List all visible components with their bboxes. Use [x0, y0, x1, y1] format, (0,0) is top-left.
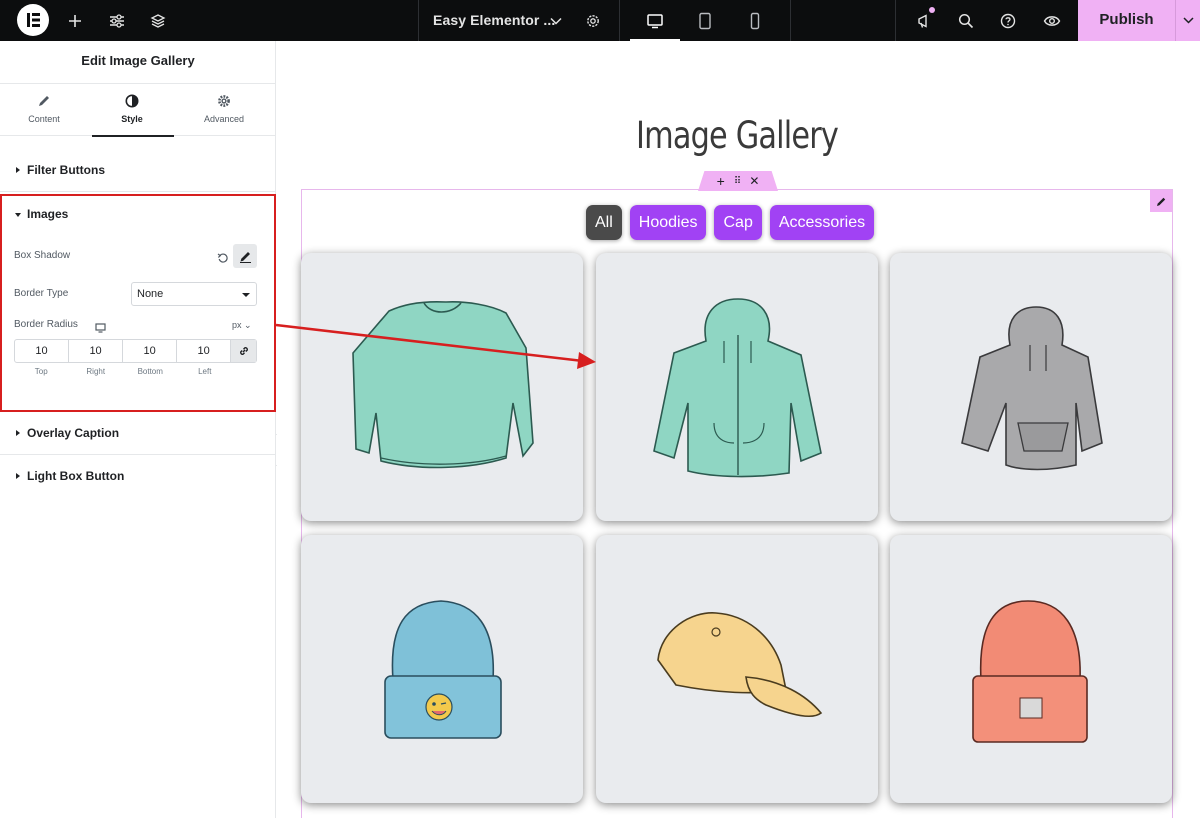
toolbar-divider [895, 0, 896, 41]
toolbar-divider [418, 0, 419, 41]
close-icon[interactable]: ✕ [749, 174, 759, 188]
pencil-icon [1156, 197, 1165, 206]
eye-icon[interactable] [1039, 0, 1065, 41]
gallery-item-grey-hoodie[interactable] [890, 253, 1172, 521]
section-title: Overlay Caption [27, 426, 120, 440]
filter-cap-button[interactable]: Cap [714, 205, 762, 240]
section-overlay-caption[interactable]: Overlay Caption [0, 413, 276, 455]
gallery-item-red-beanie[interactable] [890, 535, 1172, 803]
tab-content[interactable]: Content [2, 84, 86, 136]
tab-advanced[interactable]: Advanced [182, 84, 266, 136]
gallery-item-yellow-cap[interactable] [596, 535, 878, 803]
caret-right-icon [16, 430, 20, 436]
contrast-icon [90, 94, 174, 110]
blue-beanie-image [384, 600, 502, 739]
tab-style-label: Style [121, 114, 143, 124]
caret-right-icon [16, 167, 20, 173]
gallery-item-green-zip-hoodie[interactable] [596, 253, 878, 521]
green-sweater-image [352, 300, 534, 469]
plus-icon[interactable] [62, 0, 88, 41]
section-title: Filter Buttons [27, 163, 105, 177]
green-zip-hoodie-image [653, 298, 822, 478]
page-title: Image Gallery [635, 114, 839, 157]
chevron-down-icon[interactable] [547, 0, 565, 41]
caret-right-icon [16, 473, 20, 479]
yellow-cap-image [657, 612, 823, 718]
widget-edit-button[interactable] [1150, 190, 1172, 212]
gallery-item-blue-beanie[interactable] [301, 535, 583, 803]
desktop-icon [630, 0, 680, 41]
section-title: Light Box Button [27, 469, 125, 483]
gear-icon [182, 94, 266, 110]
document-title[interactable]: Easy Elementor ... [433, 0, 555, 41]
mobile-icon[interactable] [742, 0, 768, 41]
publish-button[interactable]: Publish [1078, 0, 1200, 41]
filter-accessories-button[interactable]: Accessories [769, 205, 875, 240]
annotation-highlight-box [0, 194, 276, 412]
search-icon[interactable] [954, 0, 978, 41]
panel-tabs: Content Style Advanced [0, 84, 276, 137]
tab-style[interactable]: Style [90, 84, 174, 137]
gallery-item-green-sweater[interactable] [301, 253, 583, 521]
red-beanie-image [972, 600, 1088, 743]
gallery-filters: All Hoodies Cap Accessories [586, 205, 882, 240]
drag-handle-icon[interactable]: ⠿ [734, 176, 741, 187]
sliders-icon[interactable] [104, 0, 130, 41]
gear-icon[interactable] [582, 0, 604, 41]
toolbar-divider [790, 0, 791, 41]
chevron-down-icon[interactable] [1176, 0, 1200, 41]
toolbar-divider [619, 0, 620, 41]
section-light-box-button[interactable]: Light Box Button [0, 456, 276, 498]
grey-hoodie-image [961, 306, 1103, 471]
panel-title: Edit Image Gallery [0, 41, 276, 84]
top-bar: Easy Elementor ... Publish [0, 0, 1200, 41]
help-icon[interactable] [996, 0, 1020, 41]
pencil-icon [2, 94, 86, 110]
desktop-mode-button[interactable] [630, 0, 680, 41]
layers-icon[interactable] [145, 0, 171, 41]
tablet-icon[interactable] [692, 0, 718, 41]
add-icon[interactable]: + [717, 173, 725, 189]
tab-advanced-label: Advanced [203, 114, 245, 124]
publish-label[interactable]: Publish [1078, 0, 1175, 41]
section-filter-buttons[interactable]: Filter Buttons [0, 150, 276, 192]
filter-hoodies-button[interactable]: Hoodies [629, 205, 707, 240]
notification-dot [929, 7, 935, 13]
widget-handle[interactable]: + ⠿ ✕ [698, 171, 778, 191]
megaphone-icon[interactable] [912, 0, 938, 41]
elementor-logo-icon[interactable] [17, 4, 49, 36]
filter-all-button[interactable]: All [586, 205, 622, 240]
tab-content-label: Content [28, 114, 60, 124]
